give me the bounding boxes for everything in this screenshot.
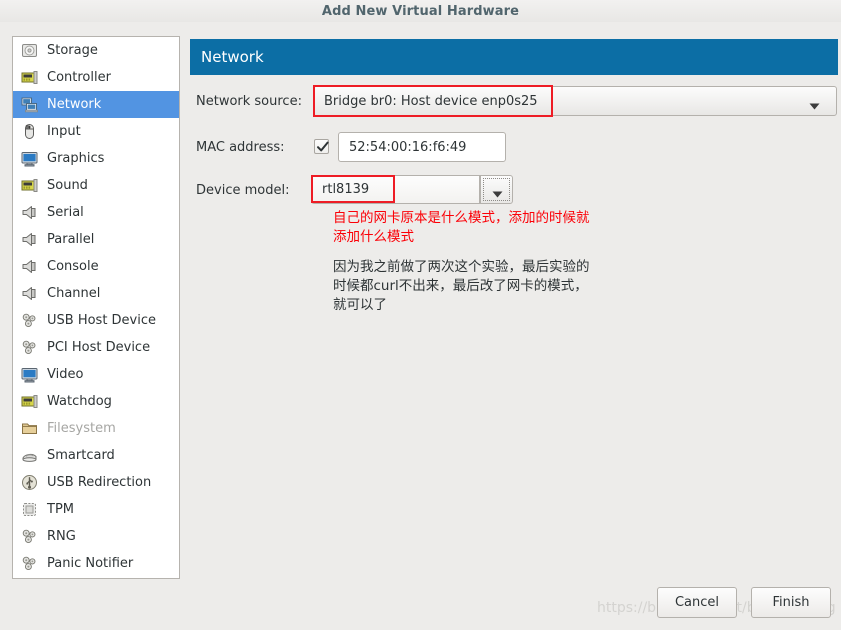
hardware-category-list[interactable]: Storage Controller Network Input Graphics Sou… — [12, 36, 180, 579]
sidebar-item-channel[interactable]: Channel — [13, 280, 179, 307]
window-title: Add New Virtual Hardware — [321, 3, 520, 19]
sidebar-item-label: Video — [47, 367, 84, 382]
parallel-port-icon — [21, 231, 38, 248]
device-model-label: Device model: — [196, 183, 290, 198]
sidebar-item-label: RNG — [47, 529, 76, 544]
chevron-down-icon — [492, 187, 503, 202]
sidebar-item-label: USB Host Device — [47, 313, 157, 328]
pci-host-device-icon — [21, 339, 38, 356]
console-port-icon — [21, 258, 38, 275]
sidebar-item-label: PCI Host Device — [47, 340, 151, 355]
rng-icon — [21, 528, 38, 545]
sidebar-item-input[interactable]: Input — [13, 118, 179, 145]
annotation-black-text: 因为我之前做了两次这个实验，最后实验的时候都curl不出来，最后改了网卡的模式，… — [333, 259, 590, 313]
window-title-bar: Add New Virtual Hardware — [0, 0, 841, 22]
sidebar-item-panic-notifier[interactable]: Panic Notifier — [13, 550, 179, 577]
cancel-button[interactable]: Cancel — [657, 587, 737, 618]
network-source-combo[interactable]: Bridge br0: Host device enp0s25 — [313, 86, 837, 116]
chevron-down-icon — [809, 99, 820, 114]
sidebar-item-parallel[interactable]: Parallel — [13, 226, 179, 253]
sidebar-item-label: Controller — [47, 70, 111, 85]
sidebar-item-label: Parallel — [47, 232, 95, 247]
check-icon — [317, 141, 329, 152]
sidebar-item-tpm[interactable]: TPM — [13, 496, 179, 523]
sidebar-item-label: Serial — [47, 205, 84, 220]
sidebar-item-network[interactable]: Network — [13, 91, 179, 118]
filesystem-folder-icon — [21, 420, 38, 437]
sidebar-item-watchdog[interactable]: Watchdog — [13, 388, 179, 415]
input-mouse-icon — [21, 123, 38, 140]
video-monitor-icon — [21, 366, 38, 383]
sidebar-item-label: USB Redirection — [47, 475, 152, 490]
sidebar-item-label: Filesystem — [47, 421, 116, 436]
sidebar-item-usb-host-device[interactable]: USB Host Device — [13, 307, 179, 334]
usb-redirection-icon — [21, 474, 38, 491]
annotation-red-text: 自己的网卡原本是什么模式，添加的时候就添加什么模式 — [333, 210, 590, 245]
network-source-value: Bridge br0: Host device enp0s25 — [324, 93, 538, 109]
section-banner: Network — [190, 39, 838, 75]
sidebar-item-label: Storage — [47, 43, 98, 58]
sidebar-item-video[interactable]: Video — [13, 361, 179, 388]
network-icon — [21, 96, 38, 113]
sidebar-item-label: Network — [47, 97, 102, 112]
sound-card-icon — [21, 177, 38, 194]
tpm-chip-icon — [21, 501, 38, 518]
mac-address-input[interactable]: 52:54:00:16:f6:49 — [338, 132, 506, 162]
sidebar-item-label: Channel — [47, 286, 101, 301]
sidebar-item-serial[interactable]: Serial — [13, 199, 179, 226]
usb-host-device-icon — [21, 312, 38, 329]
watchdog-card-icon — [21, 393, 38, 410]
sidebar-item-console[interactable]: Console — [13, 253, 179, 280]
sidebar-item-label: Sound — [47, 178, 88, 193]
sidebar-item-label: Console — [47, 259, 99, 274]
sidebar-item-label: Input — [47, 124, 81, 139]
sidebar-item-storage[interactable]: Storage — [13, 37, 179, 64]
sidebar-item-graphics[interactable]: Graphics — [13, 145, 179, 172]
device-model-dropdown-button[interactable] — [480, 175, 513, 204]
network-source-label: Network source: — [196, 94, 302, 109]
sidebar-item-rng[interactable]: RNG — [13, 523, 179, 550]
sidebar-item-label: Smartcard — [47, 448, 115, 463]
sidebar-item-label: Panic Notifier — [47, 556, 134, 571]
panic-notifier-icon — [21, 555, 38, 572]
mac-address-checkbox[interactable] — [314, 139, 329, 154]
section-title: Network — [201, 48, 264, 66]
sidebar-item-label: TPM — [47, 502, 74, 517]
device-model-input[interactable]: rtl8139 — [311, 175, 480, 204]
mac-address-value: 52:54:00:16:f6:49 — [349, 139, 467, 155]
smartcard-icon — [21, 447, 38, 464]
sidebar-item-smartcard[interactable]: Smartcard — [13, 442, 179, 469]
storage-icon — [21, 42, 38, 59]
finish-button[interactable]: Finish — [751, 587, 831, 618]
sidebar-item-sound[interactable]: Sound — [13, 172, 179, 199]
sidebar-item-filesystem[interactable]: Filesystem — [13, 415, 179, 442]
mac-address-label: MAC address: — [196, 140, 285, 155]
sidebar-item-label: Graphics — [47, 151, 105, 166]
channel-port-icon — [21, 285, 38, 302]
sidebar-item-label: Watchdog — [47, 394, 112, 409]
device-model-value: rtl8139 — [322, 182, 370, 197]
serial-port-icon — [21, 204, 38, 221]
sidebar-item-controller[interactable]: Controller — [13, 64, 179, 91]
graphics-monitor-icon — [21, 150, 38, 167]
sidebar-item-usb-redirection[interactable]: USB Redirection — [13, 469, 179, 496]
sidebar-item-pci-host-device[interactable]: PCI Host Device — [13, 334, 179, 361]
controller-icon — [21, 69, 38, 86]
